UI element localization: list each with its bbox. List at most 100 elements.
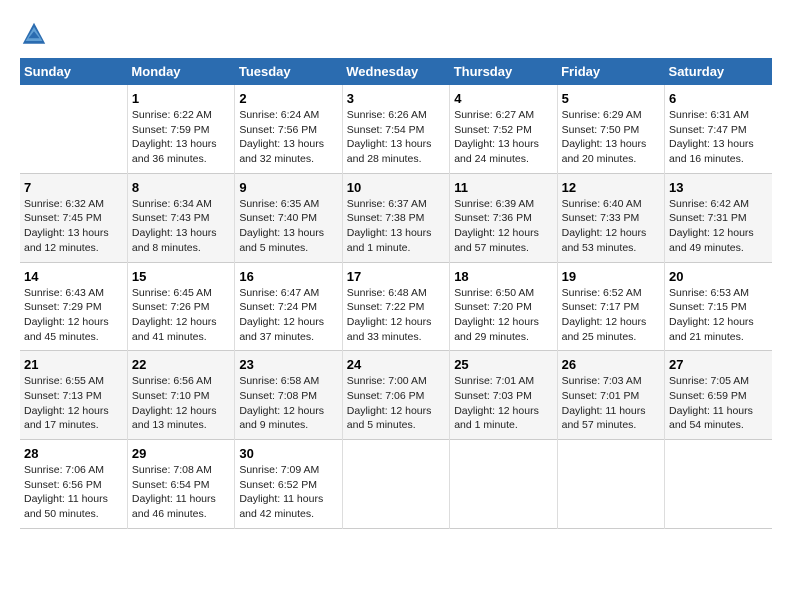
day-info: Sunrise: 7:01 AMSunset: 7:03 PMDaylight:… — [454, 374, 552, 433]
day-number: 21 — [24, 357, 123, 372]
calendar-cell: 1 Sunrise: 6:22 AMSunset: 7:59 PMDaylight… — [127, 85, 234, 173]
day-info: Sunrise: 6:50 AMSunset: 7:20 PMDaylight:… — [454, 286, 552, 345]
day-info: Sunrise: 6:29 AMSunset: 7:50 PMDaylight:… — [562, 108, 660, 167]
calendar-cell: 22 Sunrise: 6:56 AMSunset: 7:10 PMDayligh… — [127, 351, 234, 440]
day-number: 3 — [347, 91, 445, 106]
day-number: 2 — [239, 91, 337, 106]
day-number: 30 — [239, 446, 337, 461]
weekday-header-sunday: Sunday — [20, 58, 127, 85]
day-info: Sunrise: 6:53 AMSunset: 7:15 PMDaylight:… — [669, 286, 768, 345]
calendar-cell: 8 Sunrise: 6:34 AMSunset: 7:43 PMDaylight… — [127, 173, 234, 262]
day-number: 17 — [347, 269, 445, 284]
calendar-cell: 3 Sunrise: 6:26 AMSunset: 7:54 PMDaylight… — [342, 85, 449, 173]
calendar-cell — [450, 440, 557, 529]
calendar-cell — [20, 85, 127, 173]
day-info: Sunrise: 6:27 AMSunset: 7:52 PMDaylight:… — [454, 108, 552, 167]
day-info: Sunrise: 6:48 AMSunset: 7:22 PMDaylight:… — [347, 286, 445, 345]
day-number: 24 — [347, 357, 445, 372]
day-number: 8 — [132, 180, 230, 195]
calendar-cell: 27 Sunrise: 7:05 AMSunset: 6:59 PMDayligh… — [665, 351, 772, 440]
calendar-cell: 9 Sunrise: 6:35 AMSunset: 7:40 PMDaylight… — [235, 173, 342, 262]
weekday-header-wednesday: Wednesday — [342, 58, 449, 85]
day-number: 11 — [454, 180, 552, 195]
week-row-2: 7 Sunrise: 6:32 AMSunset: 7:45 PMDaylight… — [20, 173, 772, 262]
day-info: Sunrise: 6:35 AMSunset: 7:40 PMDaylight:… — [239, 197, 337, 256]
calendar-cell — [557, 440, 664, 529]
day-info: Sunrise: 6:26 AMSunset: 7:54 PMDaylight:… — [347, 108, 445, 167]
calendar-cell — [665, 440, 772, 529]
day-number: 15 — [132, 269, 230, 284]
day-number: 9 — [239, 180, 337, 195]
day-info: Sunrise: 6:52 AMSunset: 7:17 PMDaylight:… — [562, 286, 660, 345]
week-row-3: 14Sunrise: 6:43 AMSunset: 7:29 PMDayligh… — [20, 262, 772, 351]
day-number: 10 — [347, 180, 445, 195]
day-number: 18 — [454, 269, 552, 284]
day-number: 26 — [562, 357, 660, 372]
day-number: 22 — [132, 357, 230, 372]
calendar-cell: 10Sunrise: 6:37 AMSunset: 7:38 PMDayligh… — [342, 173, 449, 262]
day-info: Sunrise: 7:08 AMSunset: 6:54 PMDaylight:… — [132, 463, 230, 522]
day-number: 29 — [132, 446, 230, 461]
day-info: Sunrise: 6:40 AMSunset: 7:33 PMDaylight:… — [562, 197, 660, 256]
calendar-cell: 5 Sunrise: 6:29 AMSunset: 7:50 PMDaylight… — [557, 85, 664, 173]
week-row-5: 28 Sunrise: 7:06 AMSunset: 6:56 PMDayligh… — [20, 440, 772, 529]
day-info: Sunrise: 7:05 AMSunset: 6:59 PMDaylight:… — [669, 374, 768, 433]
day-info: Sunrise: 6:24 AMSunset: 7:56 PMDaylight:… — [239, 108, 337, 167]
day-info: Sunrise: 6:45 AMSunset: 7:26 PMDaylight:… — [132, 286, 230, 345]
day-info: Sunrise: 7:00 AMSunset: 7:06 PMDaylight:… — [347, 374, 445, 433]
calendar-cell: 14Sunrise: 6:43 AMSunset: 7:29 PMDayligh… — [20, 262, 127, 351]
calendar-cell: 6 Sunrise: 6:31 AMSunset: 7:47 PMDaylight… — [665, 85, 772, 173]
day-info: Sunrise: 7:03 AMSunset: 7:01 PMDaylight:… — [562, 374, 660, 433]
day-number: 4 — [454, 91, 552, 106]
calendar-table: SundayMondayTuesdayWednesdayThursdayFrid… — [20, 58, 772, 529]
day-info: Sunrise: 6:32 AMSunset: 7:45 PMDaylight:… — [24, 197, 123, 256]
day-info: Sunrise: 7:09 AMSunset: 6:52 PMDaylight:… — [239, 463, 337, 522]
day-info: Sunrise: 6:31 AMSunset: 7:47 PMDaylight:… — [669, 108, 768, 167]
day-number: 6 — [669, 91, 768, 106]
day-number: 7 — [24, 180, 123, 195]
weekday-header-monday: Monday — [127, 58, 234, 85]
day-number: 13 — [669, 180, 768, 195]
day-info: Sunrise: 6:56 AMSunset: 7:10 PMDaylight:… — [132, 374, 230, 433]
day-info: Sunrise: 6:22 AMSunset: 7:59 PMDaylight:… — [132, 108, 230, 167]
page-header — [20, 20, 772, 48]
calendar-cell: 13 Sunrise: 6:42 AMSunset: 7:31 PMDayligh… — [665, 173, 772, 262]
day-info: Sunrise: 6:55 AMSunset: 7:13 PMDaylight:… — [24, 374, 123, 433]
weekday-header-tuesday: Tuesday — [235, 58, 342, 85]
day-info: Sunrise: 6:43 AMSunset: 7:29 PMDaylight:… — [24, 286, 123, 345]
day-info: Sunrise: 6:58 AMSunset: 7:08 PMDaylight:… — [239, 374, 337, 433]
calendar-cell: 18 Sunrise: 6:50 AMSunset: 7:20 PMDayligh… — [450, 262, 557, 351]
calendar-cell: 28 Sunrise: 7:06 AMSunset: 6:56 PMDayligh… — [20, 440, 127, 529]
day-number: 20 — [669, 269, 768, 284]
day-number: 23 — [239, 357, 337, 372]
day-info: Sunrise: 6:42 AMSunset: 7:31 PMDaylight:… — [669, 197, 768, 256]
weekday-header-friday: Friday — [557, 58, 664, 85]
week-row-4: 21 Sunrise: 6:55 AMSunset: 7:13 PMDayligh… — [20, 351, 772, 440]
calendar-cell: 16Sunrise: 6:47 AMSunset: 7:24 PMDayligh… — [235, 262, 342, 351]
day-number: 1 — [132, 91, 230, 106]
calendar-cell: 20 Sunrise: 6:53 AMSunset: 7:15 PMDayligh… — [665, 262, 772, 351]
day-info: Sunrise: 6:39 AMSunset: 7:36 PMDaylight:… — [454, 197, 552, 256]
calendar-cell: 29 Sunrise: 7:08 AMSunset: 6:54 PMDayligh… — [127, 440, 234, 529]
calendar-cell: 19 Sunrise: 6:52 AMSunset: 7:17 PMDayligh… — [557, 262, 664, 351]
day-number: 16 — [239, 269, 337, 284]
calendar-cell — [342, 440, 449, 529]
calendar-cell: 12 Sunrise: 6:40 AMSunset: 7:33 PMDayligh… — [557, 173, 664, 262]
calendar-cell: 17 Sunrise: 6:48 AMSunset: 7:22 PMDayligh… — [342, 262, 449, 351]
weekday-header-saturday: Saturday — [665, 58, 772, 85]
day-number: 27 — [669, 357, 768, 372]
day-info: Sunrise: 6:34 AMSunset: 7:43 PMDaylight:… — [132, 197, 230, 256]
calendar-cell: 30 Sunrise: 7:09 AMSunset: 6:52 PMDayligh… — [235, 440, 342, 529]
calendar-cell: 21 Sunrise: 6:55 AMSunset: 7:13 PMDayligh… — [20, 351, 127, 440]
week-row-1: 1 Sunrise: 6:22 AMSunset: 7:59 PMDaylight… — [20, 85, 772, 173]
day-number: 25 — [454, 357, 552, 372]
day-number: 19 — [562, 269, 660, 284]
day-number: 5 — [562, 91, 660, 106]
calendar-cell: 2 Sunrise: 6:24 AMSunset: 7:56 PMDaylight… — [235, 85, 342, 173]
calendar-cell: 24 Sunrise: 7:00 AMSunset: 7:06 PMDayligh… — [342, 351, 449, 440]
day-number: 12 — [562, 180, 660, 195]
logo — [20, 20, 52, 48]
calendar-cell: 7 Sunrise: 6:32 AMSunset: 7:45 PMDaylight… — [20, 173, 127, 262]
day-info: Sunrise: 7:06 AMSunset: 6:56 PMDaylight:… — [24, 463, 123, 522]
day-number: 28 — [24, 446, 123, 461]
